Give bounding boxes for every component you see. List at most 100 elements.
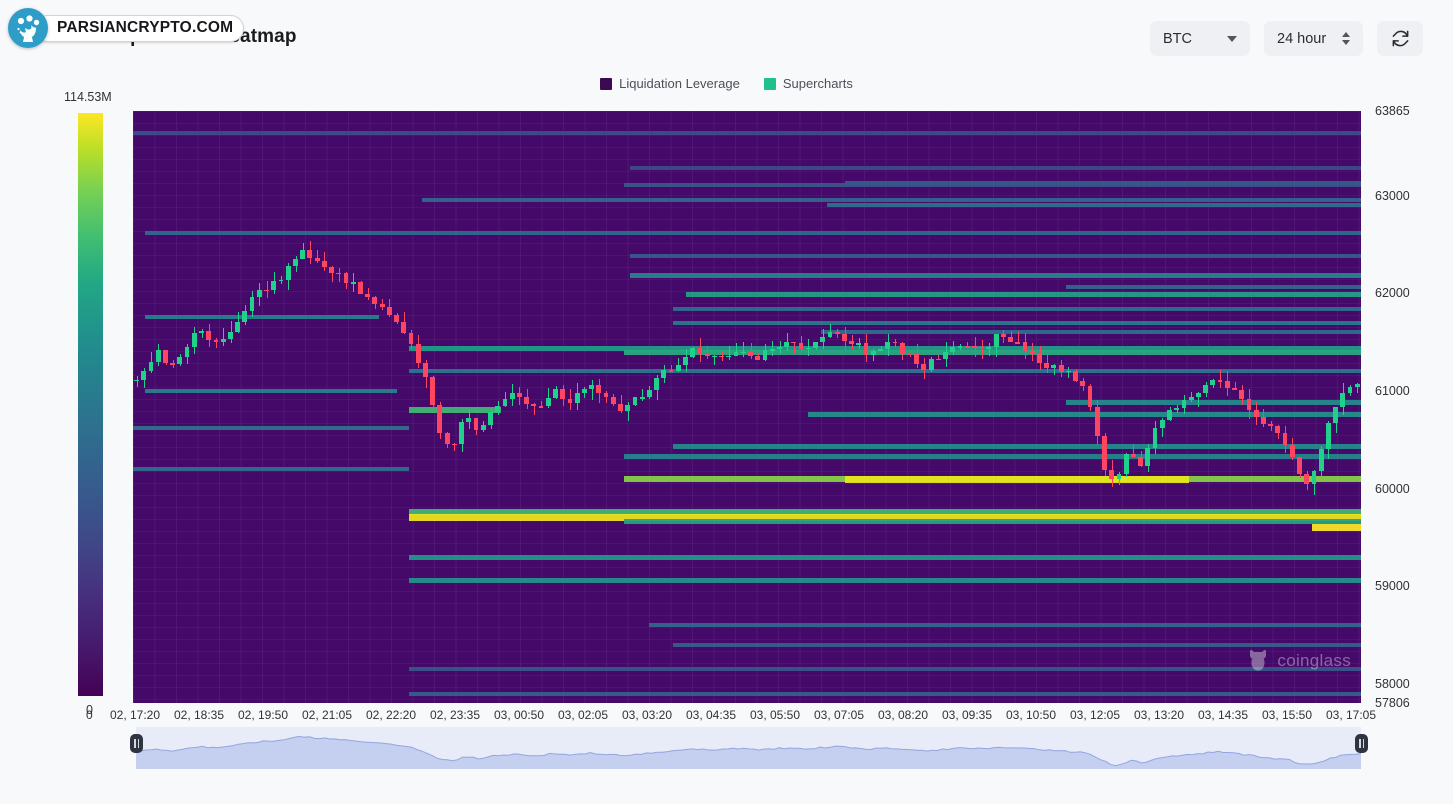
candle-body [1203, 384, 1208, 393]
x-axis-tick: 03, 05:50 [749, 708, 801, 722]
candle-body [365, 293, 371, 297]
candle-body [1239, 390, 1245, 400]
candle-body [285, 266, 291, 280]
candle-body [892, 341, 898, 344]
liquidation-band [1066, 400, 1361, 406]
candle-body [697, 347, 703, 354]
candle-body [1022, 342, 1028, 351]
x-axis-tick: 03, 09:35 [941, 708, 993, 722]
liquidation-band [845, 476, 1190, 484]
candle-wick [728, 345, 730, 361]
candle-wick [317, 250, 319, 264]
candle-body [1109, 470, 1115, 480]
x-axis-tick: 02, 19:50 [237, 708, 289, 722]
candle-body [358, 282, 363, 294]
candle-body [401, 322, 407, 333]
brush-handle-left[interactable] [130, 734, 143, 753]
candle-body [199, 330, 204, 334]
candle-body [1260, 416, 1266, 424]
candle-body [993, 334, 999, 348]
candle-body [184, 347, 190, 358]
chevron-up-down-icon [1342, 32, 1350, 45]
legend-item-supercharts[interactable]: Supercharts [763, 76, 853, 91]
candle-body [162, 350, 168, 364]
candle-body [1065, 370, 1071, 373]
candle-body [1275, 426, 1281, 433]
candle-body [625, 404, 631, 411]
candle-wick [895, 338, 897, 349]
candle-body [538, 406, 544, 408]
candle-body [972, 346, 977, 348]
candle-body [1159, 419, 1165, 428]
timerange-select[interactable]: 24 hour [1264, 21, 1363, 56]
y-axis-tick: 61000 [1375, 383, 1410, 398]
candle-body [300, 249, 306, 259]
candle-body [632, 397, 638, 405]
candle-body [1268, 423, 1273, 427]
liquidation-band [820, 330, 1361, 335]
candle-body [372, 296, 378, 304]
candle-body [386, 306, 392, 315]
candle-wick [1220, 369, 1222, 389]
candle-body [1138, 456, 1143, 467]
candle-body [581, 389, 587, 394]
candle-body [206, 330, 212, 341]
candle-body [271, 281, 277, 291]
y-axis-tick: 59000 [1375, 579, 1410, 594]
liquidation-band [409, 554, 1361, 560]
heatmap-plot[interactable]: coinglass [133, 111, 1361, 703]
candle-body [986, 347, 992, 349]
candle-body [1116, 474, 1122, 480]
legend-swatch-icon [763, 77, 776, 90]
candle-body [943, 351, 948, 359]
range-brush[interactable] [136, 727, 1361, 769]
legend-label: Liquidation Leverage [619, 76, 740, 91]
candle-body [618, 404, 623, 411]
candle-body [1311, 470, 1317, 485]
candle-body [1152, 427, 1158, 449]
candle-body [1102, 436, 1107, 471]
liquidation-band [133, 130, 1361, 135]
x-axis-tick: 03, 00:50 [493, 708, 545, 722]
candle-body [228, 331, 233, 339]
candle-body [495, 406, 501, 412]
liquidation-band [630, 166, 1361, 171]
candle-body [148, 361, 154, 371]
x-axis-tick: 02, 23:35 [429, 708, 481, 722]
candle-body [726, 355, 732, 358]
candle-body [1080, 380, 1086, 386]
candle-body [1297, 457, 1302, 474]
candle-body [314, 258, 320, 262]
candle-body [1325, 422, 1331, 450]
candle-body [776, 347, 782, 350]
legend-swatch-icon [600, 77, 613, 90]
chevron-down-icon [1227, 35, 1237, 42]
candle-wick [642, 388, 644, 402]
refresh-button[interactable] [1377, 21, 1423, 56]
candle-body [430, 377, 436, 406]
candle-body [321, 261, 327, 267]
candle-wick [223, 328, 225, 347]
legend-item-liquidation-leverage[interactable]: Liquidation Leverage [600, 76, 740, 91]
candle-body [928, 358, 934, 370]
candle-body [480, 424, 486, 431]
candle-body [589, 384, 594, 390]
candle-body [1333, 407, 1339, 423]
candle-body [394, 314, 399, 323]
candle-body [957, 346, 963, 348]
candle-body [610, 396, 616, 405]
candle-body [914, 353, 920, 364]
candle-body [545, 397, 551, 407]
candle-body [213, 340, 219, 343]
candle-body [1253, 409, 1259, 417]
liquidation-band [630, 272, 1361, 278]
brush-handle-right[interactable] [1355, 734, 1368, 753]
candle-body [423, 363, 428, 378]
candle-wick [1003, 330, 1005, 344]
symbol-select[interactable]: BTC [1150, 21, 1250, 56]
candle-body [278, 279, 284, 282]
x-axis-tick: 03, 12:05 [1069, 708, 1121, 722]
x-axis-tick: 03, 04:35 [685, 708, 737, 722]
candle-body [350, 282, 356, 284]
candle-body [820, 336, 826, 343]
